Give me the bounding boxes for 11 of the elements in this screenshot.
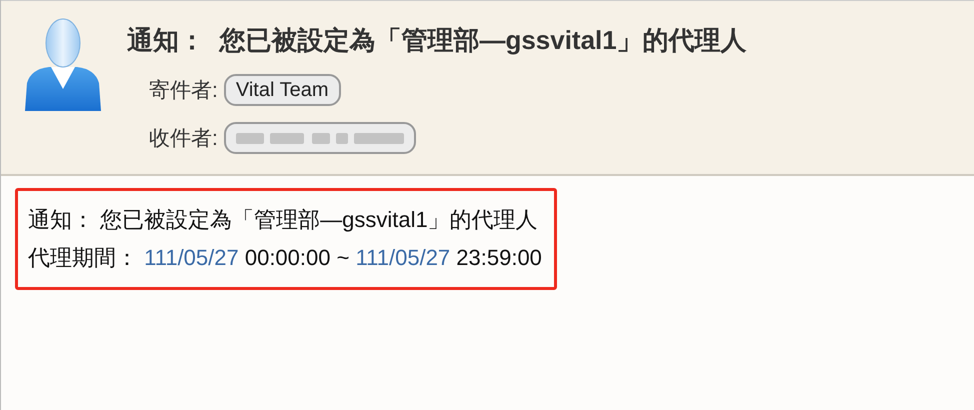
field-label: 寄件者:	[149, 78, 218, 104]
sender-chip[interactable]: Vital Team	[224, 74, 340, 106]
date-link[interactable]: 111/05/27	[356, 245, 450, 270]
message-title: 通知： 您已被設定為「管理部—gssvital1」的代理人	[127, 24, 747, 57]
redacted-recipient[interactable]	[224, 122, 416, 154]
user-avatar-icon	[23, 17, 103, 111]
period-text: 代理期間： 111/05/27 00:00:00 ~ 111/05/27 23:59:00	[28, 244, 542, 272]
message-text: 通知： 您已被設定為「管理部—gssvital1」的代理人	[28, 206, 539, 234]
field-label: 收件者:	[149, 126, 218, 152]
date-link[interactable]: 111/05/27	[144, 245, 239, 270]
blurred-name-icon	[236, 130, 404, 146]
